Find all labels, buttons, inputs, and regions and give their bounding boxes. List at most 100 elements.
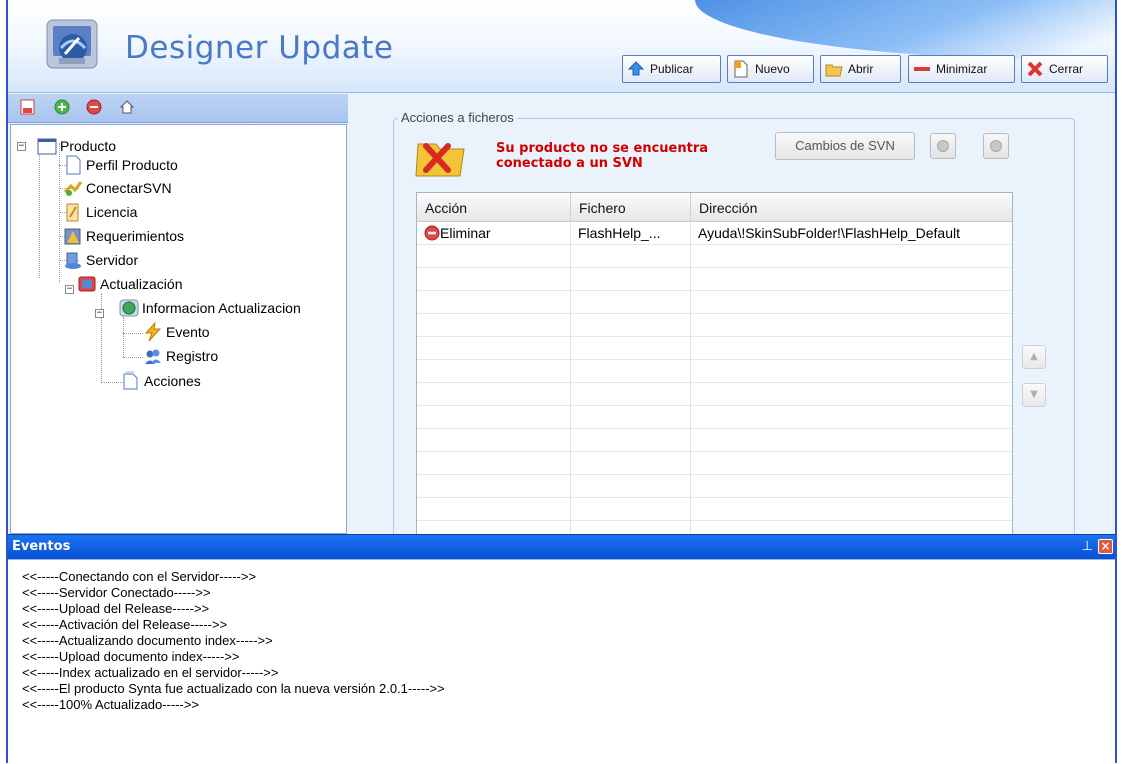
close-label: Cerrar bbox=[1049, 62, 1084, 76]
tree-line bbox=[123, 357, 143, 358]
column-header-accion[interactable]: Acción bbox=[417, 193, 571, 221]
log-line: <<-----Upload del Release----->> bbox=[22, 601, 210, 616]
tree-node-servidor[interactable]: Servidor bbox=[63, 250, 138, 270]
close-button[interactable]: Cerrar bbox=[1021, 55, 1108, 83]
document-icon bbox=[66, 155, 81, 175]
table-row-empty bbox=[417, 314, 1012, 337]
table-row[interactable]: Eliminar FlashHelp_... Ayuda\!SkinSubFol… bbox=[417, 222, 1012, 245]
add-icon bbox=[937, 140, 949, 152]
events-log[interactable]: <<-----Conectando con el Servidor----->>… bbox=[8, 559, 1115, 764]
move-up-button[interactable]: ▲ bbox=[1022, 345, 1046, 369]
pin-icon[interactable]: ⊥ bbox=[1082, 539, 1093, 554]
publish-button[interactable]: Publicar bbox=[622, 55, 721, 83]
file-actions-title: Acciones a ficheros bbox=[398, 110, 517, 125]
add-action-button[interactable] bbox=[930, 133, 956, 159]
log-line: <<-----Activación del Release----->> bbox=[22, 617, 228, 632]
tree-collapse-toggle[interactable]: − bbox=[65, 285, 74, 294]
product-tree: − − − Producto Perfil Producto ConectarS… bbox=[10, 124, 347, 534]
tree-node-label: Perfil Producto bbox=[86, 157, 178, 173]
lightning-icon bbox=[144, 322, 162, 342]
license-icon bbox=[66, 203, 79, 222]
home-icon[interactable] bbox=[119, 99, 135, 115]
users-icon bbox=[145, 349, 161, 364]
table-row-empty bbox=[417, 383, 1012, 406]
svn-changes-button[interactable]: Cambios de SVN bbox=[775, 132, 915, 160]
tree-node-label: Actualización bbox=[100, 276, 183, 292]
arrow-up-icon: ▲ bbox=[1030, 351, 1038, 362]
tree-line bbox=[123, 333, 143, 334]
tree-line bbox=[101, 382, 123, 383]
minimize-button[interactable]: Minimizar bbox=[908, 55, 1015, 83]
open-folder-icon bbox=[825, 64, 843, 77]
tree-node-label: ConectarSVN bbox=[86, 180, 172, 196]
app-header: Designer Update Publicar Nuevo Abrir Min… bbox=[8, 0, 1115, 93]
tree-node-requerimientos[interactable]: Requerimientos bbox=[63, 226, 184, 246]
remove-action-button[interactable] bbox=[983, 133, 1009, 159]
tree-node-acciones[interactable]: Acciones bbox=[121, 371, 201, 391]
events-panel-title: Eventos bbox=[12, 539, 71, 554]
tree-node-conectarsvn[interactable]: ConectarSVN bbox=[63, 178, 172, 198]
save-icon[interactable] bbox=[20, 99, 36, 115]
open-button[interactable]: Abrir bbox=[820, 55, 901, 83]
log-line: <<-----Index actualizado en el servidor-… bbox=[22, 665, 279, 680]
table-row-empty bbox=[417, 452, 1012, 475]
tree-line bbox=[39, 143, 40, 278]
move-down-button[interactable]: ▼ bbox=[1022, 383, 1046, 407]
log-line: <<-----El producto Synta fue actualizado… bbox=[22, 681, 445, 696]
tree-node-evento[interactable]: Evento bbox=[143, 322, 210, 342]
arrow-down-icon: ▼ bbox=[1030, 389, 1038, 400]
close-panel-icon[interactable]: × bbox=[1098, 539, 1113, 554]
table-row-empty bbox=[417, 498, 1012, 521]
tree-node-perfil-producto[interactable]: Perfil Producto bbox=[63, 155, 178, 175]
globe-icon bbox=[119, 299, 139, 317]
tree-node-registro[interactable]: Registro bbox=[143, 346, 218, 366]
tree-node-producto[interactable]: Producto bbox=[37, 136, 116, 156]
tree-node-label: Registro bbox=[166, 348, 219, 364]
tree-line bbox=[101, 293, 102, 383]
cell-direccion: Ayuda\!SkinSubFolder!\FlashHelp_Default bbox=[698, 225, 961, 241]
close-x-icon bbox=[1027, 61, 1043, 77]
new-label: Nuevo bbox=[755, 62, 790, 76]
tree-node-label: Evento bbox=[166, 324, 210, 340]
tree-node-label: Licencia bbox=[86, 204, 138, 220]
add-node-icon[interactable] bbox=[54, 99, 70, 115]
log-line: <<-----100% Actualizado----->> bbox=[22, 697, 200, 712]
pages-icon bbox=[123, 371, 138, 390]
tree-node-label: Informacion Actualizacion bbox=[142, 300, 301, 316]
open-label: Abrir bbox=[848, 62, 874, 76]
log-line: <<-----Upload documento index----->> bbox=[22, 649, 240, 664]
log-line: <<-----Actualizando documento index-----… bbox=[22, 633, 273, 648]
app-logo-icon bbox=[46, 19, 98, 69]
product-folder-icon bbox=[37, 138, 57, 155]
new-button[interactable]: Nuevo bbox=[727, 55, 814, 83]
remove-node-icon[interactable] bbox=[86, 99, 102, 115]
tree-node-informacion-actualizacion[interactable]: Informacion Actualizacion bbox=[119, 298, 301, 318]
file-actions-table: Acción Fichero Dirección Eliminar FlashH… bbox=[416, 192, 1013, 535]
tree-collapse-toggle[interactable]: − bbox=[17, 142, 26, 151]
tree-node-label: Servidor bbox=[86, 252, 139, 268]
app-window: Designer Update Publicar Nuevo Abrir Min… bbox=[6, 0, 1117, 764]
column-header-direccion[interactable]: Dirección bbox=[691, 193, 1012, 221]
new-document-icon bbox=[734, 60, 748, 78]
tree-line bbox=[123, 317, 124, 357]
svn-warning-message: Su producto no se encuentra conectado a … bbox=[496, 141, 709, 171]
table-row-empty bbox=[417, 291, 1012, 314]
log-line: <<-----Conectando con el Servidor----->> bbox=[22, 569, 257, 584]
table-row-empty bbox=[417, 429, 1012, 452]
events-panel-header: Eventos ⊥ × bbox=[8, 534, 1115, 559]
column-header-fichero[interactable]: Fichero bbox=[571, 193, 691, 221]
disconnected-warning-icon bbox=[415, 143, 465, 177]
delete-icon bbox=[424, 225, 440, 241]
table-row-empty bbox=[417, 245, 1012, 268]
connect-icon bbox=[63, 181, 83, 196]
table-row-empty bbox=[417, 268, 1012, 291]
tree-node-actualizacion[interactable]: Actualización bbox=[77, 274, 183, 294]
tree-line bbox=[59, 143, 60, 283]
table-row-empty bbox=[417, 337, 1012, 360]
log-line: <<-----Servidor Conectado----->> bbox=[22, 585, 211, 600]
tree-node-label: Requerimientos bbox=[86, 228, 185, 244]
header-decoration bbox=[695, 0, 1115, 60]
tree-collapse-toggle[interactable]: − bbox=[95, 309, 104, 318]
tree-node-licencia[interactable]: Licencia bbox=[63, 202, 137, 222]
minimize-icon bbox=[914, 67, 930, 71]
